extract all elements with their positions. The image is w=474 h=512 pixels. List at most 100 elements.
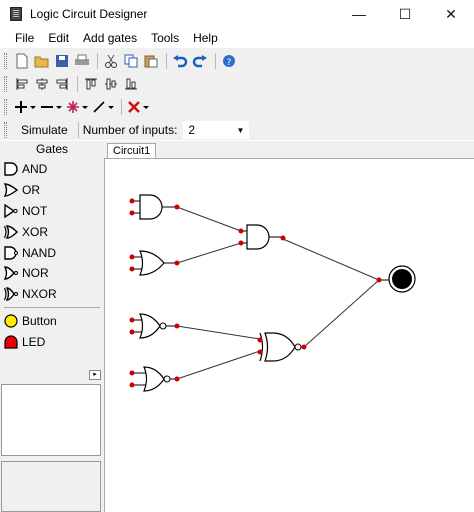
gate-item-and[interactable]: AND [0,159,104,180]
menu-edit[interactable]: Edit [41,31,76,45]
pin[interactable] [174,204,180,210]
toolbar-separator [166,53,167,69]
button-icon [4,313,18,328]
pin[interactable] [129,254,135,260]
or-gate[interactable] [132,250,177,276]
nor-gate[interactable] [132,366,177,392]
toolbar-separator [215,53,216,69]
print-icon[interactable] [73,52,91,70]
and-gate[interactable] [132,194,177,220]
io-label: Button [22,313,57,328]
help-icon[interactable]: ? [220,52,238,70]
remove-dropdown-icon[interactable] [39,98,63,116]
maximize-button[interactable]: ☐ [382,0,428,28]
cut-icon[interactable] [102,52,120,70]
not-gate-icon [4,203,18,218]
io-item-led[interactable]: LED [0,331,104,352]
gates-header: Gates [35,142,68,156]
io-item-button[interactable]: Button [0,310,104,331]
wire-dropdown-icon[interactable] [91,98,115,116]
close-button[interactable]: ✕ [428,0,474,28]
pin[interactable] [238,240,244,246]
menu-file[interactable]: File [8,31,41,45]
pin[interactable] [129,198,135,204]
paste-icon[interactable] [142,52,160,70]
toolbar-separator [97,53,98,69]
toolbar-row-edit [4,96,152,118]
and-gate-icon [4,162,18,177]
wire [282,238,380,281]
tab-strip: Circuit1 [104,141,474,160]
io-label: LED [22,334,46,349]
pin[interactable] [174,260,180,266]
toolbar-grip[interactable] [4,99,7,115]
gate-item-or[interactable]: OR [0,180,104,201]
output-led[interactable] [379,265,416,293]
panel-scroll-button[interactable]: ▸ [89,370,101,380]
align-bottom-icon[interactable] [122,75,140,93]
align-center-icon[interactable] [33,75,51,93]
pin[interactable] [129,329,135,335]
undo-icon[interactable] [171,52,189,70]
toolbar-row-file: ? [4,50,240,72]
simulate-toolbar: Simulate Number of inputs: 2 ▼ [0,119,474,141]
gate-list: AND OR NOT XOR NAND NOR NXOR [0,159,104,305]
align-middle-icon[interactable] [102,75,120,93]
pin[interactable] [129,210,135,216]
add-dropdown-icon[interactable] [13,98,37,116]
align-top-icon[interactable] [82,75,100,93]
menu-tools[interactable]: Tools [144,31,186,45]
pin[interactable] [280,235,286,241]
number-of-inputs-label: Number of inputs: [82,123,178,137]
io-list: Button LED [0,310,104,352]
pin[interactable] [174,376,180,382]
pin[interactable] [238,228,244,234]
gate-item-nand[interactable]: NAND [0,242,104,263]
menu-help[interactable]: Help [186,31,225,45]
toolbar-grip[interactable] [4,122,7,138]
nxor-gate[interactable] [259,332,304,362]
gate-label: NXOR [22,287,57,302]
open-folder-icon[interactable] [33,52,51,70]
gates-panel: Gates AND OR NOT XOR NAND NOR NXOR Butto… [0,141,104,512]
menu-add-gates[interactable]: Add gates [76,31,144,45]
nand-gate-icon [4,245,18,260]
gate-item-nor[interactable]: NOR [0,263,104,284]
gate-item-not[interactable]: NOT [0,201,104,222]
align-left-icon[interactable] [13,75,31,93]
pin[interactable] [257,337,263,343]
copy-icon[interactable] [122,52,140,70]
pin[interactable] [376,277,382,283]
toolbar-separator [77,122,79,138]
simulate-button[interactable]: Simulate [13,123,76,137]
pin[interactable] [257,349,263,355]
pin[interactable] [174,323,180,329]
number-of-inputs-select[interactable]: 2 ▼ [183,121,250,139]
pin[interactable] [129,382,135,388]
gate-item-xor[interactable]: XOR [0,221,104,242]
pin[interactable] [129,317,135,323]
save-icon[interactable] [53,52,71,70]
gate-label: XOR [22,224,49,239]
minimize-button[interactable]: — [336,0,382,28]
new-document-icon[interactable] [13,52,31,70]
redo-icon[interactable] [191,52,209,70]
number-of-inputs-value: 2 [188,123,196,137]
align-right-icon[interactable] [53,75,71,93]
gate-item-nxor[interactable]: NXOR [0,284,104,305]
gate-label: NOR [22,266,49,281]
pin[interactable] [129,370,135,376]
toolbar-grip[interactable] [4,53,7,69]
toolbar-grip[interactable] [4,76,7,92]
menu-bar: File Edit Add gates Tools Help [0,28,474,48]
burst-dropdown-icon[interactable] [65,98,89,116]
nor-gate[interactable] [132,313,177,339]
and-gate[interactable] [241,224,283,250]
delete-dropdown-icon[interactable] [126,98,150,116]
svg-text:?: ? [227,58,232,68]
nxor-gate-icon [4,287,18,301]
circuit-canvas[interactable] [104,158,474,512]
info-box [1,461,101,512]
pin[interactable] [301,344,307,350]
pin[interactable] [129,266,135,272]
